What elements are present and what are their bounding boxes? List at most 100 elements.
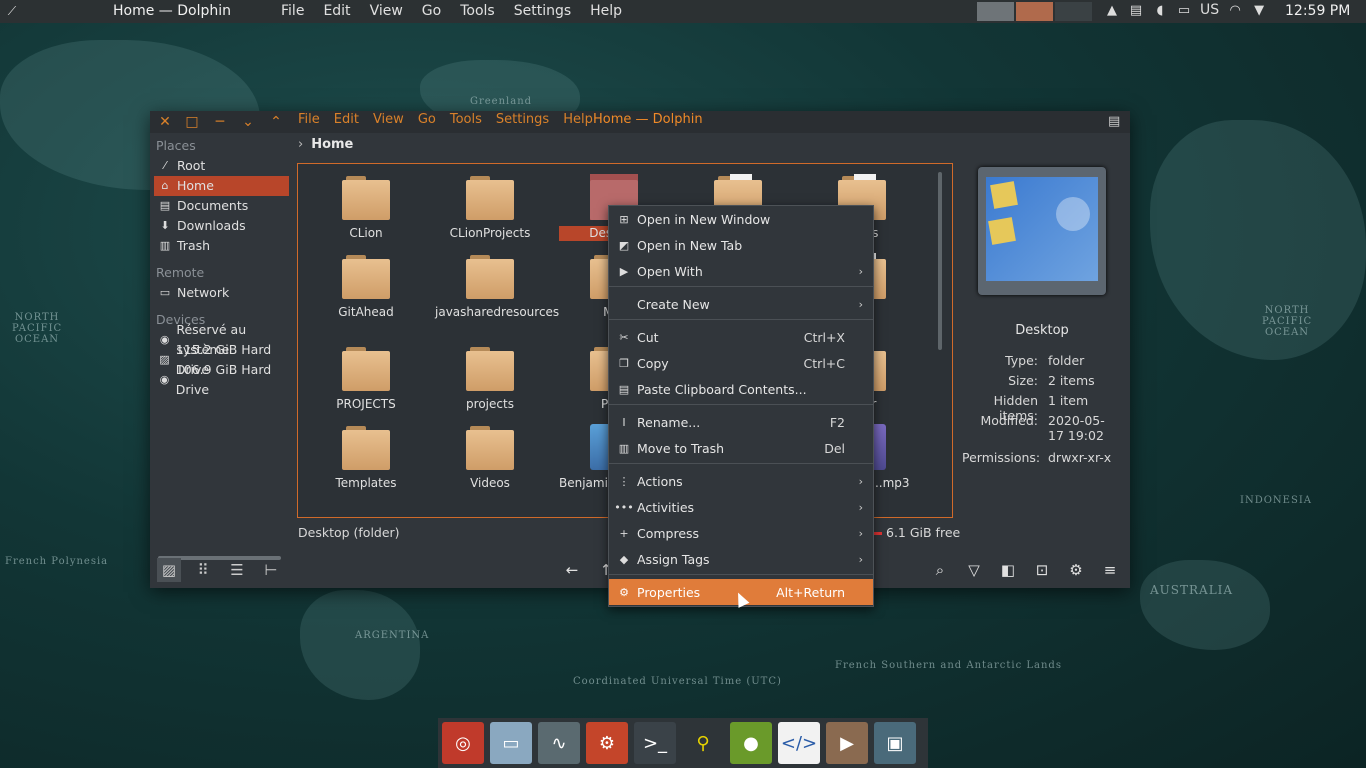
new-window-icon: ⊞ [619,212,629,226]
media-player-icon[interactable]: ▶ [826,722,868,764]
drive-icon: ◉ [159,373,170,386]
keyboard-layout[interactable]: US [1200,2,1219,18]
note [990,181,1018,209]
back-arrow-icon[interactable]: ← [560,558,584,582]
clipboard-icon[interactable]: ▤ [1128,2,1144,18]
system-tray: ▲ ▤ ◖ ▭ US ◠ ▼ [1104,2,1267,18]
file-item[interactable]: javasharedresources [435,253,559,320]
place-downloads[interactable]: ⬇ Downloads [150,216,297,236]
global-menu-settings[interactable]: Settings [514,3,571,19]
compress-icon: + [619,526,629,540]
hamburger-menu-icon[interactable]: ≡ [1098,558,1122,582]
global-menu-help[interactable]: Help [590,3,622,19]
system-settings-icon[interactable]: ⚙ [586,722,628,764]
file-item[interactable]: CLion [311,174,421,241]
view-scrollbar[interactable] [938,172,942,350]
file-item[interactable]: PROJECTS [311,345,421,412]
tag-icon: ◆ [619,552,629,566]
file-item[interactable]: Videos [435,424,545,491]
menu-settings[interactable]: Settings [496,112,549,127]
menu-actions[interactable]: ⋮ Actions › [609,468,873,494]
battery-icon[interactable]: ▭ [1176,2,1192,18]
global-menu-view[interactable]: View [370,3,403,19]
top-panel: ⟋ Home — Dolphin File Edit View Go Tools… [0,0,1366,23]
menu-assign-tags[interactable]: ◆ Assign Tags › [609,546,873,572]
gnome-green-app-icon[interactable]: ● [730,722,772,764]
map-label: NORTH PACIFIC OCEAN [12,312,63,345]
desktop-1[interactable] [977,2,1014,21]
file-item[interactable]: GitAhead [311,253,421,320]
menu-open-new-tab[interactable]: ◩ Open in New Tab [609,232,873,258]
global-menu-tools[interactable]: Tools [460,3,495,19]
place-root[interactable]: ⁄ Root [150,156,297,176]
search-icon[interactable]: ⌕ [928,558,952,582]
menu-edit[interactable]: Edit [334,112,359,127]
icons-view-icon[interactable]: ⠿ [191,558,215,582]
settings-gear-icon[interactable]: ⚙ [1064,558,1088,582]
menu-go[interactable]: Go [418,112,436,127]
filter-icon[interactable]: ▽ [962,558,986,582]
file-item[interactable]: CLionProjects [435,174,545,241]
cut-icon: ✂ [619,330,629,344]
close-icon[interactable]: ✕ [156,113,174,131]
menu-file[interactable]: File [298,112,320,127]
uml-tool-icon[interactable]: ⚲ [682,722,724,764]
file-item[interactable]: projects [435,345,545,412]
terminal-icon[interactable]: >_ [634,722,676,764]
global-menu-go[interactable]: Go [422,3,441,19]
window-titlebar[interactable]: ✕ □ ─ ⌄ ⌃ File Edit View Go Tools Settin… [150,111,1130,133]
menu-rename[interactable]: I Rename... F2 [609,409,873,435]
keep-above-icon[interactable]: ⌃ [267,113,285,131]
menu-view[interactable]: View [373,112,404,127]
place-documents[interactable]: ▤ Documents [150,196,297,216]
screenshot-icon[interactable]: ▣ [874,722,916,764]
tray-expand-icon[interactable]: ▼ [1251,2,1267,18]
desktop-2[interactable] [1016,2,1053,21]
downloads-icon: ⬇ [160,219,170,232]
global-menu-file[interactable]: File [281,3,304,19]
terminal-icon[interactable]: ⊡ [1030,558,1054,582]
menu-tools[interactable]: Tools [450,112,482,127]
breadcrumb[interactable]: › Home [298,137,353,152]
app-launcher-icon[interactable]: ⟋ [2,0,22,23]
compact-view-icon[interactable]: ☰ [225,558,249,582]
menu-cut[interactable]: ✂ Cut Ctrl+X [609,324,873,350]
file-item[interactable]: Templates [311,424,421,491]
place-trash[interactable]: ▥ Trash [150,236,297,256]
new-tab-icon: ◩ [618,238,630,252]
map-label: Coordinated Universal Time (UTC) [573,676,782,687]
menu-help[interactable]: Help [563,112,593,127]
window-menu-icon[interactable]: ▤ [1108,114,1122,129]
maximize-icon[interactable]: □ [183,113,201,131]
menu-paste[interactable]: ▤ Paste Clipboard Contents... [609,376,873,402]
system-monitor-icon[interactable]: ∿ [538,722,580,764]
details-view-icon[interactable]: ⊢ [259,558,283,582]
trash-icon: ▥ [618,441,630,455]
preview-toggle-icon[interactable]: ▨ [157,558,181,582]
keep-below-icon[interactable]: ⌄ [239,113,257,131]
menu-open-with[interactable]: ▶ Open With › [609,258,873,284]
updates-icon[interactable]: ▲ [1104,2,1120,18]
split-view-icon[interactable]: ◧ [996,558,1020,582]
chrome-icon[interactable]: ◎ [442,722,484,764]
minimize-icon[interactable]: ─ [211,113,229,131]
clock[interactable]: 12:59 PM [1285,3,1350,19]
context-menu: ⊞ Open in New Window ◩ Open in New Tab ▶ Op… [608,205,874,607]
menu-activities[interactable]: ••• Activities › [609,494,873,520]
place-network[interactable]: ▭ Network [150,283,297,303]
device-hard-drive-2[interactable]: ◉ 106.9 GiB Hard Drive [150,362,297,397]
menu-compress[interactable]: + Compress › [609,520,873,546]
volume-icon[interactable]: ◖ [1152,2,1168,18]
code-editor-icon[interactable]: </> [778,722,820,764]
place-home[interactable]: ⌂ Home [154,176,289,196]
menu-copy[interactable]: ❐ Copy Ctrl+C [609,350,873,376]
wifi-icon[interactable]: ◠ [1227,2,1243,18]
folder-icon [342,253,390,299]
menu-open-new-window[interactable]: ⊞ Open in New Window [609,206,873,232]
menu-move-to-trash[interactable]: ▥ Move to Trash Del [609,435,873,461]
global-menu-edit[interactable]: Edit [323,3,350,19]
file-manager-icon[interactable]: ▭ [490,722,532,764]
desktop-3[interactable] [1055,2,1092,21]
menu-create-new[interactable]: Create New › [609,291,873,317]
free-space-bar [874,532,882,535]
